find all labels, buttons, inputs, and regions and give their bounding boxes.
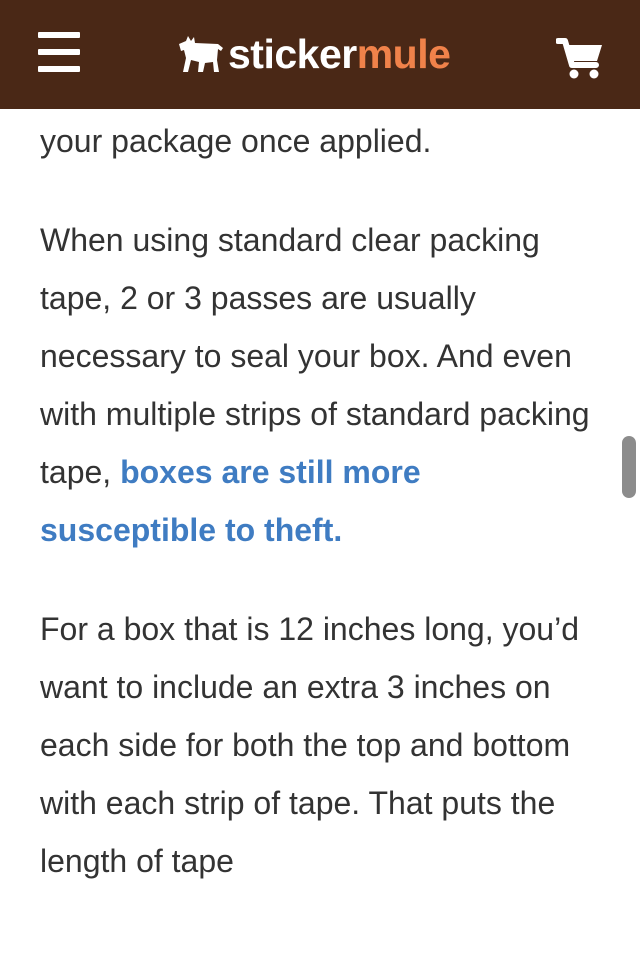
top-nav-bar: stickermule <box>0 0 640 109</box>
logo-text-mule: mule <box>356 31 451 77</box>
article-body: your package once applied. When using st… <box>40 109 600 890</box>
logo-text-sticker: sticker <box>228 31 357 77</box>
scrollbar-thumb[interactable] <box>622 436 636 498</box>
paragraph-packing-tape: When using standard clear packing tape, … <box>40 211 600 559</box>
hamburger-menu-icon[interactable] <box>38 30 80 74</box>
mule-icon <box>179 36 223 72</box>
paragraph-box-length: For a box that is 12 inches long, you’d … <box>40 611 579 879</box>
stickermule-logo[interactable]: stickermule <box>178 30 451 78</box>
paragraph-package-applied: your package once applied. <box>40 123 432 159</box>
shopping-cart-icon[interactable] <box>556 36 604 80</box>
packing-tape-text: When using standard clear packing tape, … <box>40 222 590 490</box>
